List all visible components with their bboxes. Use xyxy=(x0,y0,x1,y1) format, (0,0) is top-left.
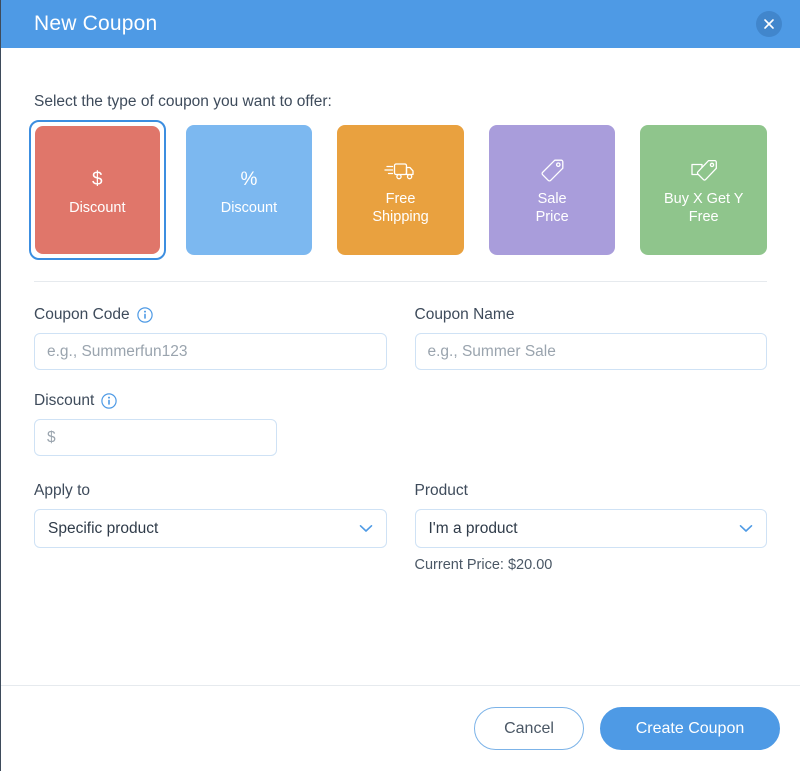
field-discount-spacer xyxy=(415,392,768,456)
double-tag-icon xyxy=(688,154,720,188)
coupon-type-card-buy-x-get-y[interactable]: Buy X Get Y Free xyxy=(640,125,768,255)
discount-label: Discount xyxy=(34,392,95,409)
product-value: I'm a product xyxy=(428,519,518,537)
coupon-type-label: Sale Price xyxy=(535,191,569,225)
price-tag-icon xyxy=(538,154,566,188)
card-surface: % Discount xyxy=(185,125,313,255)
info-icon[interactable] xyxy=(101,393,118,409)
coupon-name-label: Coupon Name xyxy=(414,306,515,323)
form-row-apply-product: Apply to Specific product Product I'm a … xyxy=(34,482,767,573)
close-icon[interactable] xyxy=(756,11,782,37)
field-coupon-name: Coupon Name xyxy=(414,306,768,370)
cancel-button[interactable]: Cancel xyxy=(474,707,584,750)
percent-sign-icon: % xyxy=(240,169,258,190)
coupon-type-card-sale-price[interactable]: Sale Price xyxy=(488,125,616,255)
product-label: Product xyxy=(414,482,468,499)
coupon-type-card-amount-discount[interactable]: $ Discount xyxy=(29,120,166,260)
card-surface: Sale Price xyxy=(488,125,616,255)
apply-to-label: Apply to xyxy=(34,482,91,499)
card-surface: $ Discount xyxy=(35,126,160,254)
create-coupon-button[interactable]: Create Coupon xyxy=(600,707,780,750)
product-select[interactable]: I'm a product xyxy=(414,509,767,548)
form-spacer xyxy=(34,370,767,392)
apply-to-label-group: Apply to xyxy=(34,482,387,500)
coupon-type-label: Discount xyxy=(69,200,126,216)
apply-to-value: Specific product xyxy=(48,519,159,537)
delivery-truck-icon xyxy=(383,154,418,188)
info-glyph xyxy=(101,393,118,409)
info-icon[interactable] xyxy=(136,307,153,323)
coupon-name-input[interactable] xyxy=(414,333,767,370)
card-surface: Buy X Get Y Free xyxy=(640,125,768,255)
coupon-form: Coupon Code Coupon Name xyxy=(34,282,767,573)
info-glyph xyxy=(136,307,153,323)
current-price-text: Current Price: $20.00 xyxy=(414,557,553,573)
field-apply-to: Apply to Specific product xyxy=(34,482,387,573)
coupon-code-label-group: Coupon Code xyxy=(34,306,387,324)
form-row-discount: Discount xyxy=(34,392,767,456)
form-spacer xyxy=(34,456,767,482)
close-glyph xyxy=(764,19,774,29)
form-row-code-name: Coupon Code Coupon Name xyxy=(34,306,767,370)
card-surface: Free Shipping xyxy=(337,125,464,255)
modal-titlebar: New Coupon xyxy=(1,0,800,48)
coupon-code-input[interactable] xyxy=(34,333,387,370)
coupon-type-label: Free Shipping xyxy=(372,191,429,225)
modal-title: New Coupon xyxy=(34,12,158,35)
field-coupon-code: Coupon Code xyxy=(34,306,387,370)
discount-label-group: Discount xyxy=(34,392,387,410)
new-coupon-modal: New Coupon Select the type of coupon you… xyxy=(0,0,800,771)
coupon-type-card-percent-discount[interactable]: % Discount xyxy=(185,125,313,255)
chevron-down-icon xyxy=(739,520,753,538)
coupon-type-label: Discount xyxy=(220,200,278,216)
coupon-code-label: Coupon Code xyxy=(34,306,130,323)
dollar-sign-icon: $ xyxy=(92,169,103,190)
modal-footer: Cancel Create Coupon xyxy=(1,686,800,771)
select-type-label: Select the type of coupon you want to of… xyxy=(34,93,332,110)
coupon-type-card-list: $ Discount % Discount Free Shipping Sale… xyxy=(29,120,768,260)
field-discount: Discount xyxy=(34,392,387,456)
coupon-type-label: Buy X Get Y Free xyxy=(663,191,744,225)
field-product: Product I'm a product Current Price: $20… xyxy=(414,482,768,573)
coupon-type-card-free-shipping[interactable]: Free Shipping xyxy=(337,125,464,255)
modal-body: Select the type of coupon you want to of… xyxy=(1,48,800,685)
discount-amount-input[interactable] xyxy=(34,419,277,456)
product-label-group: Product xyxy=(415,482,768,500)
chevron-down-icon xyxy=(359,520,373,538)
coupon-name-label-group: Coupon Name xyxy=(415,306,768,324)
apply-to-select[interactable]: Specific product xyxy=(34,509,387,548)
